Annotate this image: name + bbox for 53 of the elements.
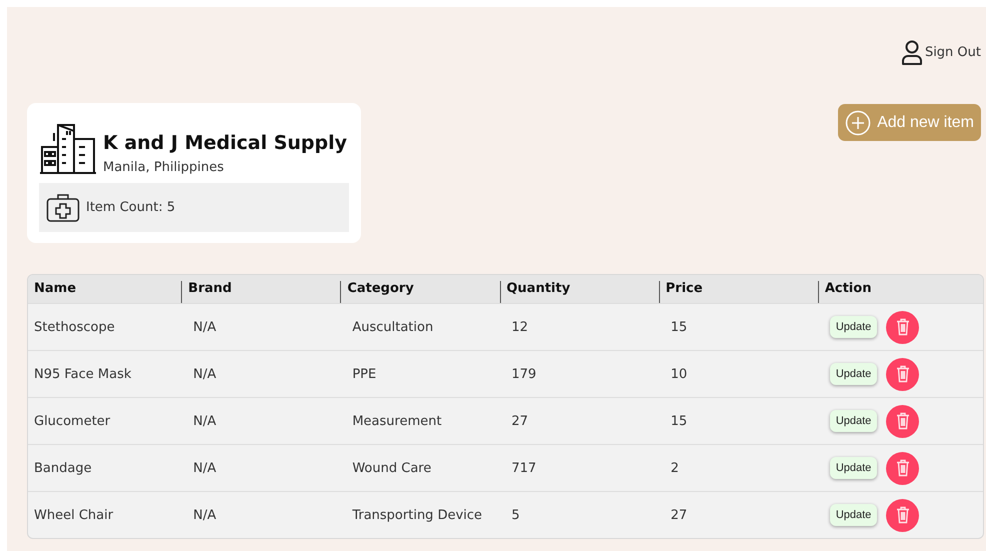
table-cell: Stethoscope <box>34 320 115 334</box>
update-button[interactable]: Update <box>830 504 878 526</box>
table-cell: Auscultation <box>352 320 434 334</box>
plus-icon <box>845 110 872 136</box>
table-cell: Measurement <box>352 414 442 428</box>
table-cell: 27 <box>512 414 528 428</box>
table-cell: 15 <box>670 414 688 428</box>
table-cell: Wheel Chair <box>34 508 114 522</box>
table-cell: N/A <box>193 414 216 428</box>
trash-icon <box>896 318 910 336</box>
trash-icon <box>896 506 910 524</box>
table-cell: 15 <box>670 320 688 334</box>
delete-button[interactable] <box>886 404 920 438</box>
table-cell: N/A <box>193 320 216 334</box>
delete-button[interactable] <box>886 358 920 390</box>
trash-icon <box>896 412 910 430</box>
first-aid-kit-icon <box>46 192 80 222</box>
column-header: Quantity <box>506 281 570 296</box>
table-cell: 717 <box>512 460 536 476</box>
table-cell: 179 <box>512 366 536 382</box>
update-button[interactable]: Update <box>830 457 878 479</box>
table-cell: N/A <box>193 460 216 476</box>
trash-icon <box>896 459 910 477</box>
delete-button[interactable] <box>886 498 920 532</box>
update-button[interactable]: Update <box>830 410 878 432</box>
table-cell: N/A <box>193 508 216 522</box>
table-cell: N/A <box>193 366 216 382</box>
table-cell: Bandage <box>34 460 92 476</box>
trash-icon <box>896 365 910 383</box>
delete-button[interactable] <box>886 310 920 344</box>
column-header: Price <box>666 281 703 296</box>
table-cell: 27 <box>670 508 688 522</box>
store-location: Manila, Philippines <box>103 160 225 175</box>
table-cell: 2 <box>670 460 679 476</box>
sign-out-button[interactable]: Sign Out <box>900 38 981 66</box>
table-cell: 10 <box>670 366 688 382</box>
table-cell: Wound Care <box>352 460 432 476</box>
column-header: Action <box>824 281 872 296</box>
table-cell: 5 <box>512 508 520 522</box>
item-count: Item Count: 5 <box>86 200 176 215</box>
update-button[interactable]: Update <box>830 363 878 385</box>
update-button[interactable]: Update <box>830 316 878 338</box>
table-cell: N95 Face Mask <box>34 366 132 382</box>
table-cell: PPE <box>352 366 376 382</box>
column-header: Name <box>34 281 76 296</box>
user-icon <box>900 40 923 66</box>
table-cell: 12 <box>512 320 528 334</box>
column-header: Brand <box>188 281 232 296</box>
table-cell: Transporting Device <box>352 508 482 522</box>
delete-button[interactable] <box>886 452 920 484</box>
column-header: Category <box>347 281 414 296</box>
table-cell: Glucometer <box>34 414 110 428</box>
store-name: K and J Medical Supply <box>103 132 348 154</box>
